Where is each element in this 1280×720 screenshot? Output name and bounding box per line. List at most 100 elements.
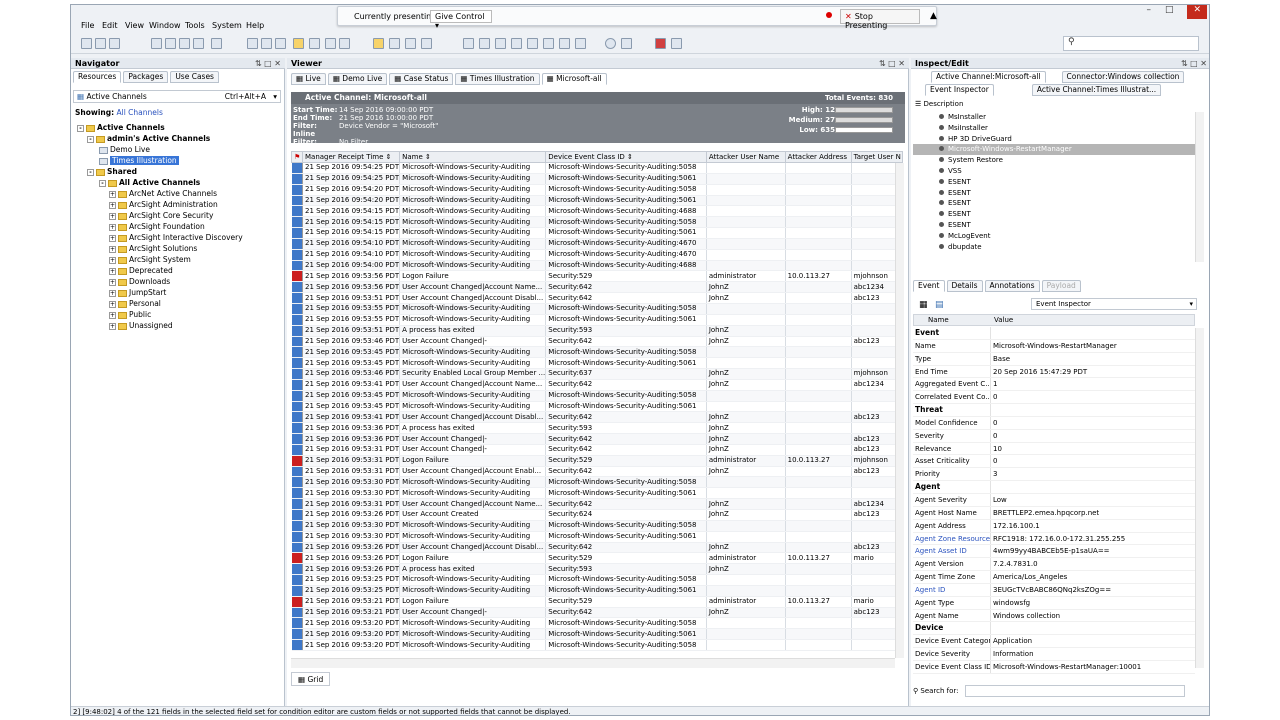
table-row[interactable]: 21 Sep 2016 09:53:26 PDT User Account Cre…	[291, 509, 903, 521]
tree-item[interactable]: + JumpStart	[109, 288, 166, 298]
table-row[interactable]: 21 Sep 2016 09:54:25 PDT Microsoft-Window…	[291, 173, 903, 185]
give-control-dropdown[interactable]: Give Control ▾	[430, 10, 492, 30]
table-row[interactable]: 21 Sep 2016 09:54:20 PDT Microsoft-Window…	[291, 195, 903, 207]
field-row[interactable]: Priority 3	[913, 468, 1195, 482]
tree-item[interactable]: + Unassigned	[109, 321, 173, 331]
columns-icon[interactable]	[389, 38, 400, 49]
menu-help[interactable]: Help	[246, 21, 264, 30]
tree-item[interactable]: + Personal	[109, 299, 161, 309]
table-row[interactable]: 21 Sep 2016 09:53:21 PDT Logon Failure Sec…	[291, 596, 903, 608]
field-row[interactable]: Severity 0	[913, 429, 1195, 443]
table-row[interactable]: 21 Sep 2016 09:53:46 PDT User Account Cha…	[291, 336, 903, 348]
column-header[interactable]: Attacker Address	[784, 151, 852, 163]
tree-item[interactable]: - admin's Active Channels	[87, 134, 210, 144]
tree-item[interactable]: - Active Channels	[77, 123, 165, 133]
menu-view[interactable]: View	[125, 21, 144, 30]
table-row[interactable]: 21 Sep 2016 09:53:25 PDT Microsoft-Window…	[291, 574, 903, 586]
tree-item[interactable]: + Deprecated	[109, 266, 173, 276]
grid-vertical-scrollbar[interactable]	[895, 163, 904, 658]
field-row[interactable]: Device Severity Information	[913, 648, 1195, 661]
inspect-tree-item[interactable]: ESENT	[913, 198, 1195, 209]
first-icon[interactable]	[247, 38, 258, 49]
grid-tab[interactable]: ▦ Grid	[291, 672, 331, 686]
field-row[interactable]: Model Confidence 0	[913, 416, 1195, 430]
clock-icon[interactable]	[605, 38, 616, 49]
inspect-tree-item[interactable]: VSS	[913, 166, 1195, 177]
table-row[interactable]: 21 Sep 2016 09:54:10 PDT Microsoft-Window…	[291, 238, 903, 250]
field-row[interactable]: Agent Time Zone America/Los_Angeles	[913, 571, 1195, 584]
field-row[interactable]: Agent Name Windows collection	[913, 609, 1195, 623]
menu-window[interactable]: Window	[149, 21, 181, 30]
table-row[interactable]: 21 Sep 2016 09:53:45 PDT Microsoft-Window…	[291, 401, 903, 413]
panel-controls[interactable]: ⇅ □ ✕	[1181, 58, 1207, 69]
tree-item[interactable]: + ArcSight Foundation	[109, 222, 205, 232]
minimize-icon[interactable]: –	[1146, 5, 1151, 19]
tree-item[interactable]: + ArcSight Core Security	[109, 211, 213, 221]
table-row[interactable]: 21 Sep 2016 09:54:15 PDT Microsoft-Window…	[291, 216, 903, 229]
table-row[interactable]: 21 Sep 2016 09:53:46 PDT Security Enabled…	[291, 368, 903, 380]
table-row[interactable]: 21 Sep 2016 09:53:26 PDT A process has ex…	[291, 563, 903, 576]
table-row[interactable]: 21 Sep 2016 09:53:51 PDT User Account Cha…	[291, 292, 903, 304]
table-row[interactable]: 21 Sep 2016 09:53:51 PDT A process has ex…	[291, 325, 903, 337]
tab-case-status[interactable]: ▦ Case Status	[389, 73, 454, 85]
table-row[interactable]: 21 Sep 2016 09:53:30 PDT Microsoft-Window…	[291, 487, 903, 500]
tree-scrollbar[interactable]	[1195, 112, 1204, 262]
cut-icon[interactable]	[151, 38, 162, 49]
inspect-tree-item[interactable]: ESENT	[913, 177, 1195, 188]
table-row[interactable]: 21 Sep 2016 09:54:00 PDT Microsoft-Window…	[291, 260, 903, 272]
tree-item[interactable]: + ArcSight Solutions	[109, 244, 197, 254]
tree-item[interactable]: + Downloads	[109, 277, 170, 287]
menu-file[interactable]: File	[81, 21, 94, 30]
expand-icon[interactable]: +	[109, 234, 116, 242]
expand-icon[interactable]: +	[109, 278, 116, 286]
panel-controls[interactable]: ⇅ □ ✕	[255, 58, 281, 69]
section-row[interactable]: Agent	[913, 481, 1195, 494]
table-row[interactable]: 21 Sep 2016 09:53:56 PDT User Account Cha…	[291, 281, 903, 294]
inspect-tree-item[interactable]: MsiInstaller	[913, 123, 1195, 134]
inspector-select[interactable]: Event Inspector ▾	[1031, 298, 1197, 310]
tab-annotations[interactable]: Annotations	[984, 280, 1040, 292]
column-header[interactable]: Attacker User Name	[705, 151, 786, 163]
field-row[interactable]: Agent ID 3EUGcTVcBABC86QNq2ksZOg==	[913, 583, 1195, 597]
tree-item[interactable]: + ArcSight System	[109, 255, 191, 265]
table-row[interactable]: 21 Sep 2016 09:53:31 PDT User Account Cha…	[291, 444, 903, 456]
last-icon[interactable]	[339, 38, 350, 49]
showing-value-link[interactable]: All Channels	[117, 108, 163, 117]
flag-icon[interactable]	[655, 38, 666, 49]
field-row[interactable]: Agent Zone Resource RFC1918: 172.16.0.0-1…	[913, 532, 1195, 546]
inspect-tree-item[interactable]: Microsoft-Windows-RestartManager	[913, 144, 1195, 156]
tab-details[interactable]: Details	[946, 280, 983, 292]
tree-item[interactable]: - All Active Channels	[99, 178, 200, 188]
global-search-input[interactable]: ⚲	[1063, 36, 1199, 51]
expand-icon[interactable]: +	[109, 322, 116, 330]
inspect-tree-item[interactable]: ESENT	[913, 188, 1195, 199]
field-row[interactable]: Correlated Event Co... 0	[913, 391, 1195, 405]
tab-event-inspector[interactable]: Event Inspector	[925, 84, 994, 96]
tab-active-channel-microsoft-all[interactable]: Active Channel:Microsoft-all	[931, 71, 1046, 83]
section-row[interactable]: Device	[913, 622, 1195, 636]
tree-item[interactable]: + ArcNet Active Channels	[109, 189, 217, 199]
graph-icon[interactable]	[511, 38, 522, 49]
table-row[interactable]: 21 Sep 2016 09:53:31 PDT User Account Cha…	[291, 466, 903, 478]
tab-demo-live[interactable]: ▦ Demo Live	[327, 73, 388, 85]
zoom-icon[interactable]	[543, 38, 554, 49]
tab-times-illustration[interactable]: ▦ Times Illustration	[455, 73, 540, 85]
inspect-tree-item[interactable]: ESENT	[913, 209, 1195, 220]
table-row[interactable]: 21 Sep 2016 09:53:36 PDT User Account Cha…	[291, 433, 903, 445]
table-row[interactable]: 21 Sep 2016 09:53:20 PDT Microsoft-Window…	[291, 639, 903, 651]
image-icon[interactable]	[559, 38, 570, 49]
expand-icon[interactable]: +	[109, 245, 116, 253]
table-row[interactable]: 21 Sep 2016 09:53:31 PDT User Account Cha…	[291, 498, 903, 510]
rewind-icon[interactable]	[261, 38, 272, 49]
table-row[interactable]: 21 Sep 2016 09:53:45 PDT Microsoft-Window…	[291, 346, 903, 359]
tree-item[interactable]: Times Illustration	[99, 156, 179, 166]
play-icon[interactable]	[293, 38, 304, 49]
tree-item[interactable]: - Shared	[87, 167, 137, 177]
table-row[interactable]: 21 Sep 2016 09:53:21 PDT User Account Cha…	[291, 607, 903, 619]
inspect-tree-item[interactable]: HP 3D DriveGuard	[913, 134, 1195, 145]
pin-icon[interactable]: ▲	[930, 11, 937, 21]
delete-icon[interactable]	[193, 38, 204, 49]
inspect-tree-item[interactable]: ESENT	[913, 220, 1195, 231]
tab-event[interactable]: Event	[913, 280, 945, 292]
table-row[interactable]: 21 Sep 2016 09:53:20 PDT Microsoft-Window…	[291, 628, 903, 641]
